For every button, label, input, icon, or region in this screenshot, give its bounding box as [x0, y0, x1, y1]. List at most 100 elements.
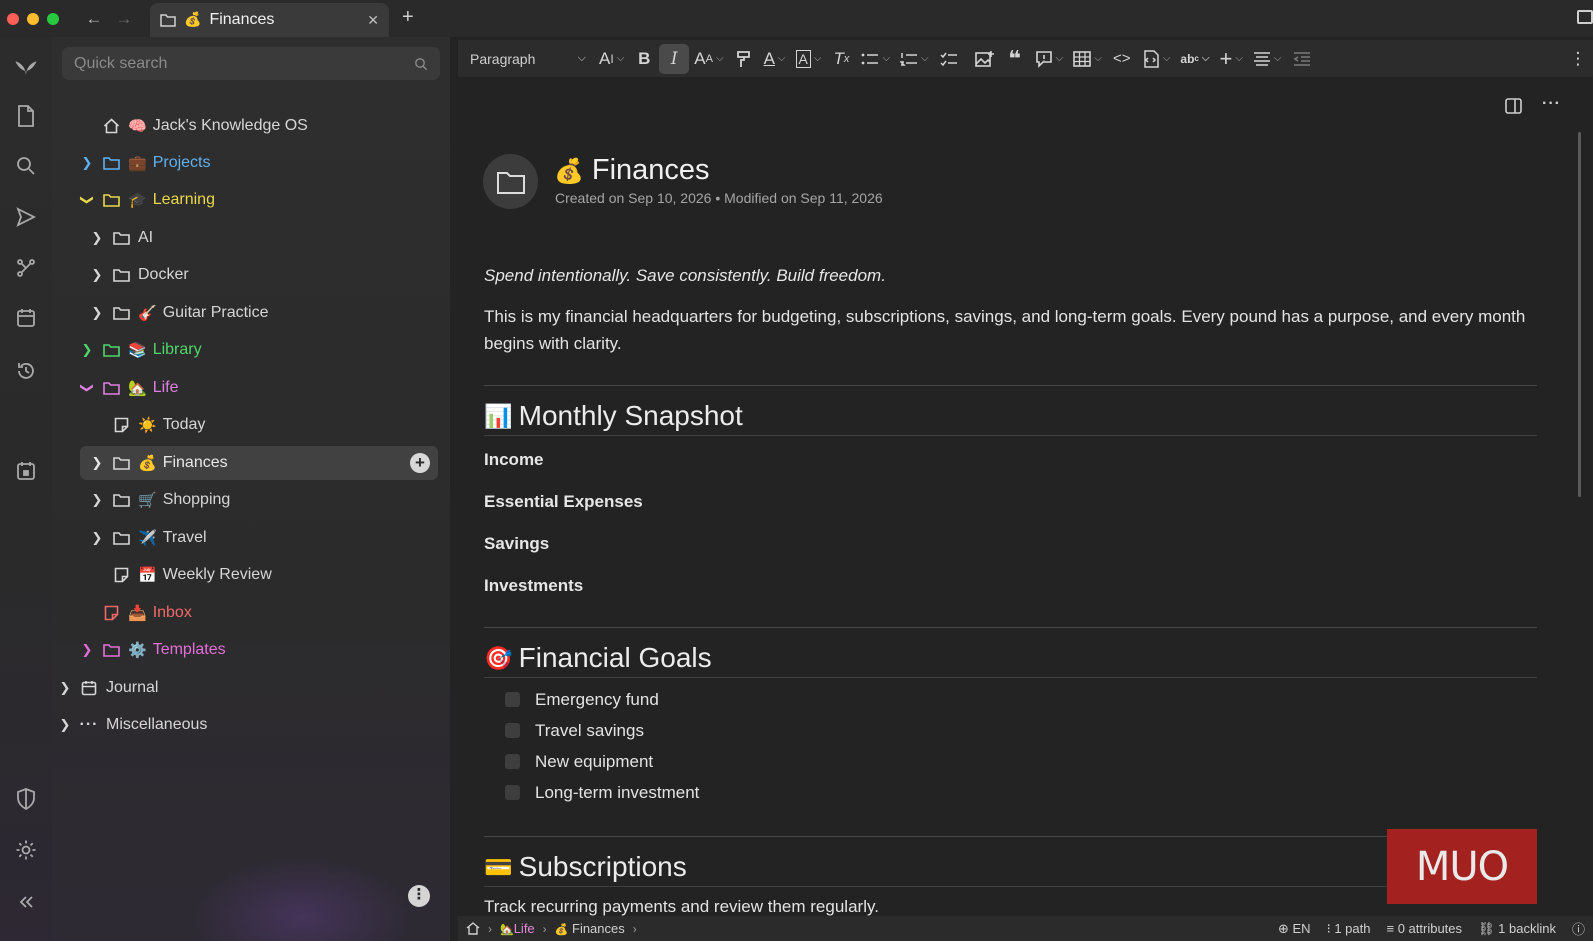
tree-item-weekly-review[interactable]: 📅 Weekly Review — [90, 558, 460, 592]
graph-icon[interactable] — [14, 256, 38, 280]
history-icon[interactable] — [14, 359, 38, 383]
tree-item-templates[interactable]: ❯ ⚙️ Templates — [80, 633, 450, 667]
breadcrumb-life[interactable]: 🏡Life — [500, 921, 535, 936]
tree-item-root[interactable]: 🧠 Jack's Knowledge OS — [80, 109, 450, 143]
chevron-right-icon[interactable]: ❯ — [58, 680, 72, 696]
outdent-icon[interactable] — [1287, 44, 1317, 74]
new-note-icon[interactable] — [14, 104, 38, 128]
day-note-icon[interactable] — [14, 459, 38, 483]
remove-format-icon[interactable]: Tx — [826, 44, 856, 74]
chevron-right-icon[interactable]: ❯ — [80, 642, 94, 658]
zoom-window-button[interactable] — [47, 12, 59, 25]
checkbox[interactable] — [505, 785, 520, 800]
chevron-right-icon[interactable]: ❯ — [58, 717, 72, 733]
search-icon[interactable] — [14, 154, 38, 178]
checkbox[interactable] — [505, 754, 520, 769]
tree-item-emoji: 📚 — [128, 341, 147, 359]
chevron-down-icon: ⌵ — [1201, 53, 1210, 64]
protected-session-icon[interactable] — [14, 787, 38, 811]
font-color-button[interactable]: A ⌵ — [759, 44, 791, 74]
block-type-dropdown[interactable]: Paragraph ⌵ — [458, 51, 594, 67]
new-tab-button[interactable]: + — [402, 6, 414, 29]
align-icon[interactable]: ⌵ — [1248, 44, 1287, 74]
format-painter-icon[interactable] — [729, 44, 759, 74]
send-icon[interactable] — [14, 205, 38, 229]
chevron-down-icon[interactable]: ❯ — [79, 381, 95, 395]
bold-button[interactable]: B — [629, 44, 659, 74]
checkbox[interactable] — [505, 692, 520, 707]
bullet-list-button[interactable]: ⌵ — [856, 44, 895, 74]
tree-item-today[interactable]: ☀️ Today — [90, 408, 460, 442]
chart-emoji: 📊 — [484, 403, 513, 430]
chevron-right-icon[interactable]: ❯ — [80, 155, 94, 171]
highlight-color-button[interactable]: A ⌵ — [791, 44, 827, 74]
close-tab-icon[interactable]: ✕ — [367, 12, 379, 29]
tree-item-projects[interactable]: ❯ 💼 Projects — [80, 146, 450, 180]
note-type-icon[interactable] — [483, 154, 538, 209]
note-backlinks[interactable]: ⛓ 1 backlink — [1478, 921, 1556, 937]
add-child-note-button[interactable]: + — [410, 453, 430, 473]
chevron-down-icon[interactable]: ❯ — [79, 193, 95, 207]
chevron-right-icon[interactable]: ❯ — [90, 492, 104, 508]
quick-search-input[interactable]: Quick search — [62, 47, 440, 80]
tree-item-travel[interactable]: ❯ ✈️ Travel — [90, 521, 460, 555]
note-paths[interactable]: ⁝ 1 path — [1327, 921, 1371, 937]
calendar-icon[interactable] — [14, 306, 38, 330]
tree-item-learning[interactable]: ❯ 🎓 Learning — [80, 183, 450, 217]
minimize-window-button[interactable] — [27, 12, 39, 25]
more-toolbar-icon[interactable]: ⋮ — [1563, 44, 1593, 74]
heading-size-button[interactable]: A I ⌵ — [594, 44, 629, 74]
tree-item-docker[interactable]: ❯ Docker — [90, 258, 460, 292]
code-block-icon[interactable]: ⌵ — [1137, 44, 1176, 74]
insert-table-icon[interactable]: ⌵ — [1068, 44, 1107, 74]
close-window-button[interactable] — [7, 12, 19, 25]
insert-image-icon[interactable] — [970, 44, 1000, 74]
tree-item-miscellaneous[interactable]: ❯ ··· Miscellaneous — [58, 708, 428, 742]
tree-item-journal[interactable]: ❯ Journal — [58, 671, 428, 705]
gear-icon[interactable] — [14, 838, 38, 862]
note-attributes[interactable]: ≡ 0 attributes — [1386, 921, 1462, 936]
code-inline-icon[interactable]: <> — [1107, 44, 1137, 74]
tree-item-library[interactable]: ❯ 📚 Library — [80, 333, 450, 367]
collapse-sidebar-icon[interactable] — [14, 890, 38, 914]
forward-arrow-icon[interactable]: → — [109, 9, 139, 29]
chevron-right-icon[interactable]: ❯ — [90, 230, 104, 246]
chevron-right-icon[interactable]: ❯ — [90, 455, 104, 471]
chevron-right-icon[interactable]: ❯ — [90, 267, 104, 283]
language-indicator[interactable]: ⊕ EN — [1278, 921, 1311, 937]
admonition-icon[interactable]: ⌵ — [1030, 44, 1069, 74]
tree-item-finances[interactable]: ❯ 💰 Finances + — [80, 446, 438, 480]
split-pane-icon[interactable] — [1505, 98, 1522, 114]
special-chars-icon[interactable]: ab c ⌵ — [1175, 44, 1214, 74]
tree-menu-button[interactable]: ⋮ — [408, 885, 430, 907]
font-size-button[interactable]: A A ⌵ — [689, 44, 728, 74]
insert-plus-icon[interactable]: + ⌵ — [1214, 44, 1247, 74]
chevron-right-icon[interactable]: ❯ — [90, 530, 104, 546]
tree-item-inbox[interactable]: 📥 Inbox — [80, 596, 450, 630]
note-icon — [114, 567, 128, 583]
numbered-list-button[interactable]: ⌵ — [895, 44, 934, 74]
home-icon[interactable] — [466, 922, 480, 935]
italic-button[interactable]: I — [659, 43, 690, 74]
chevron-right-icon[interactable]: ❯ — [90, 305, 104, 321]
tree-item-shopping[interactable]: ❯ 🛒 Shopping — [90, 483, 460, 517]
todo-list-button[interactable] — [934, 44, 964, 74]
breadcrumb-finances[interactable]: 💰 Finances — [555, 921, 625, 936]
info-icon[interactable]: ⓘ — [1572, 919, 1585, 938]
tree-item-label: Library — [152, 341, 202, 358]
back-arrow-icon[interactable]: ← — [79, 9, 109, 29]
layout-toggle-icon[interactable] — [1577, 10, 1593, 24]
checkbox[interactable] — [505, 723, 520, 738]
app-logo-icon[interactable] — [14, 55, 38, 79]
more-options-icon[interactable]: ··· — [1542, 96, 1561, 114]
note-title[interactable]: 💰 Finances — [554, 154, 710, 187]
editor-scrollbar[interactable] — [1578, 132, 1581, 497]
tree-item-ai[interactable]: ❯ AI — [90, 221, 460, 255]
chevron-right-icon[interactable]: › — [633, 922, 637, 936]
tree-item-guitar-practice[interactable]: ❯ 🎸 Guitar Practice — [90, 296, 460, 330]
tree-item-life[interactable]: ❯ 🏡 Life — [80, 371, 450, 405]
note-content[interactable]: Spend intentionally. Save consistently. … — [484, 266, 1537, 916]
tab-finances[interactable]: 💰 Finances ✕ — [150, 3, 389, 37]
chevron-right-icon[interactable]: ❯ — [80, 342, 94, 358]
quote-icon[interactable]: ❝ — [1000, 44, 1030, 74]
